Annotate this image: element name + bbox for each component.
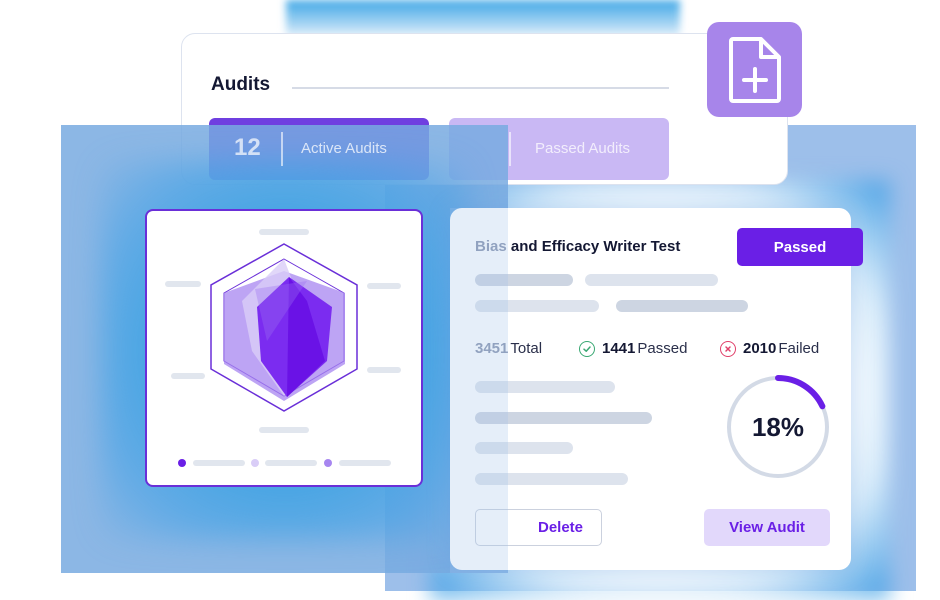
progress-percent: 18% [751,411,805,442]
glow-overlap [450,208,508,573]
stat-failed-label: Failed [778,340,820,357]
active-audits-count: 12 [234,134,261,161]
stat-passed-value: 1441 [602,340,636,357]
placeholder-line [585,274,718,286]
audits-divider [292,87,669,89]
legend-dot-2 [251,459,259,467]
audit-test-title-rest: and Efficacy Writer Test [506,238,681,255]
radar-chart-card [145,209,423,487]
legend-label-2 [265,460,317,466]
radar-label-right-bottom [367,367,401,373]
add-document-button[interactable] [707,22,802,117]
passed-audits-label: Passed Audits [535,140,631,157]
stat-failed: 2010 Failed [720,340,819,357]
audits-title: Audits [211,74,271,95]
radar-label-bottom [259,427,309,433]
legend-dot-3 [324,459,332,467]
tab-divider [509,132,511,166]
radar-chart [165,229,401,467]
stat-passed-label: Passed [637,340,688,357]
stat-failed-value: 2010 [743,340,777,357]
legend-label-3 [339,460,391,466]
legend-dot-1 [178,459,186,467]
file-plus-icon [728,36,781,103]
radar-label-right-top [367,283,401,289]
view-audit-button[interactable]: View Audit [704,509,830,546]
radar-label-top [259,229,309,235]
radar-label-left-bottom [171,373,205,379]
x-circle-icon [720,340,736,357]
audit-tabs-labels: 12 Active Audits Passed Audits [209,118,669,180]
stat-total-label: Total [510,340,543,357]
placeholder-line [616,300,748,312]
tab-divider [281,132,283,166]
status-badge-passed[interactable]: Passed [737,228,863,266]
legend-label-1 [193,460,245,466]
check-circle-icon [579,340,595,357]
active-audits-label: Active Audits [301,140,387,157]
radar-label-left-top [165,281,201,287]
stat-passed: 1441 Passed [579,340,687,357]
audit-result-card: Bias and Efficacy Writer Test Passed 345… [450,208,863,570]
